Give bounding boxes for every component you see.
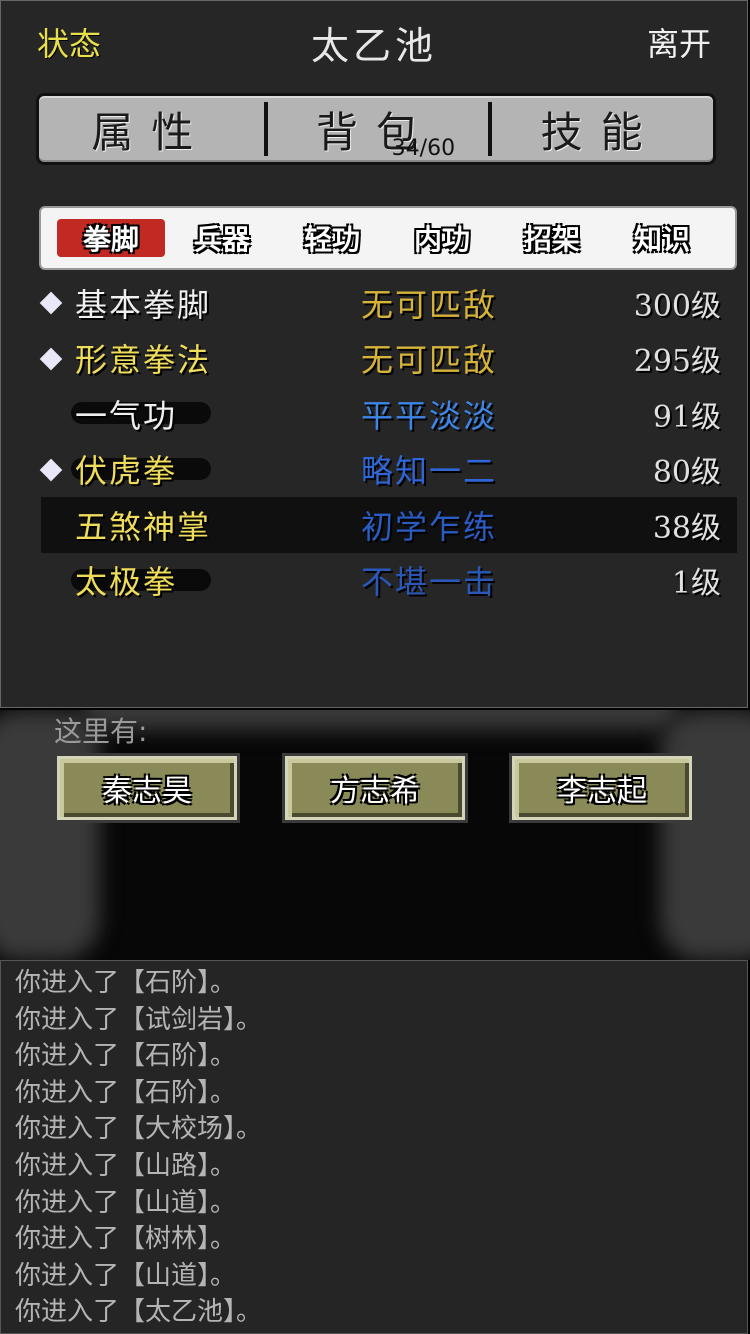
tab-fist[interactable]: 拳脚	[57, 219, 165, 257]
skill-level-text: 初学乍练	[361, 507, 498, 546]
skill-name: 伏虎拳	[75, 452, 178, 491]
log-line: 你进入了【石阶】。	[15, 968, 237, 998]
skill-name: 太极拳	[75, 563, 178, 602]
skill-level-value: 295级	[633, 344, 721, 380]
log-line: 你进入了【石阶】。	[15, 1077, 237, 1108]
tab-skills[interactable]: 技能	[488, 96, 713, 162]
location-title: 太乙池	[310, 24, 437, 68]
npc-button[interactable]: 秦志昊	[54, 753, 240, 823]
tab-lightness[interactable]: 轻功	[277, 219, 387, 257]
skill-level-value: 80级	[652, 455, 721, 491]
leave-button[interactable]: 离开	[647, 19, 711, 65]
tab-parry[interactable]: 招架	[497, 219, 607, 257]
log-line: 你进入了【大校场】。	[15, 1114, 263, 1145]
smoke-decor	[660, 710, 750, 960]
skill-level-value: 91级	[652, 399, 721, 435]
tab-knowledge[interactable]: 知识	[607, 219, 717, 257]
log-line: 你进入了【山路】。	[15, 1150, 237, 1181]
tab-inner-power[interactable]: 内功	[387, 219, 497, 257]
skill-level-text: 略知一二	[361, 452, 498, 491]
skill-name: 基本拳脚	[75, 285, 212, 324]
log-line: 你进入了【山道】。	[15, 1260, 237, 1291]
skill-row[interactable]: 伏虎拳 略知一二 80级	[39, 442, 737, 498]
message-log[interactable]: 你进入了【石阶】。 你进入了【试剑岩】。 你进入了【石阶】。 你进入了【石阶】。…	[0, 960, 748, 1334]
tab-skills-label: 技能	[540, 107, 661, 157]
skill-level-text: 不堪一击	[361, 563, 498, 602]
skill-row[interactable]: 一气功 平平淡淡 91级	[41, 386, 737, 442]
equipped-marker-icon	[39, 347, 63, 370]
skill-level-value: 1级	[671, 566, 721, 602]
log-line: 你进入了【石阶】。	[15, 1041, 237, 1072]
skill-name: 形意拳法	[75, 341, 212, 380]
scene-panel: 这里有: 秦志昊 方志希 李志起	[0, 710, 750, 960]
npc-button[interactable]: 李志起	[509, 753, 695, 823]
skill-name: 一气功	[75, 396, 178, 435]
npc-button[interactable]: 方志希	[282, 753, 468, 823]
skill-level-value: 38级	[652, 510, 721, 546]
main-tab-bar: 属性 背包 34/60 技能	[36, 93, 716, 165]
skill-category-tabs: 拳脚 兵器 轻功 内功 招架 知识	[39, 206, 737, 270]
skill-list: 基本拳脚 无可匹敌 300级 形意拳法 无可匹敌 295级 一气功 平平淡淡 9…	[39, 275, 737, 609]
skill-level-text: 平平淡淡	[361, 396, 498, 435]
skill-level-value: 300级	[633, 288, 721, 324]
smoke-decor	[80, 710, 680, 730]
skill-row[interactable]: 形意拳法 无可匹敌 295级	[39, 331, 737, 387]
tab-attributes-label: 属性	[91, 107, 212, 157]
backpack-count: 34/60	[391, 136, 456, 161]
log-line: 你进入了【试剑岩】。	[15, 1004, 263, 1035]
skill-row[interactable]: 基本拳脚 无可匹敌 300级	[39, 275, 737, 331]
log-line: 你进入了【太乙池】。	[15, 1297, 263, 1328]
tab-backpack[interactable]: 背包 34/60	[263, 96, 489, 162]
log-line: 你进入了【树林】。	[15, 1224, 237, 1255]
tab-weapons[interactable]: 兵器	[167, 219, 277, 257]
skill-level-text: 无可匹敌	[361, 341, 498, 380]
equipped-marker-icon	[39, 291, 63, 315]
log-line: 你进入了【山道】。	[15, 1187, 237, 1218]
equipped-marker-icon	[39, 458, 63, 481]
tab-attributes[interactable]: 属性	[39, 96, 264, 162]
skill-row-selected[interactable]: 五煞神掌 初学乍练 38级	[41, 497, 737, 553]
skill-row[interactable]: 太极拳 不堪一击 1级	[41, 553, 737, 609]
skill-level-text: 无可匹敌	[361, 285, 498, 324]
here-label: 这里有:	[54, 715, 148, 748]
skill-panel: 状态 太乙池 离开 属性 背包 34/60 技能 拳脚 兵器 轻功 内功 招架 …	[0, 0, 748, 708]
skill-name: 五煞神掌	[75, 507, 212, 546]
